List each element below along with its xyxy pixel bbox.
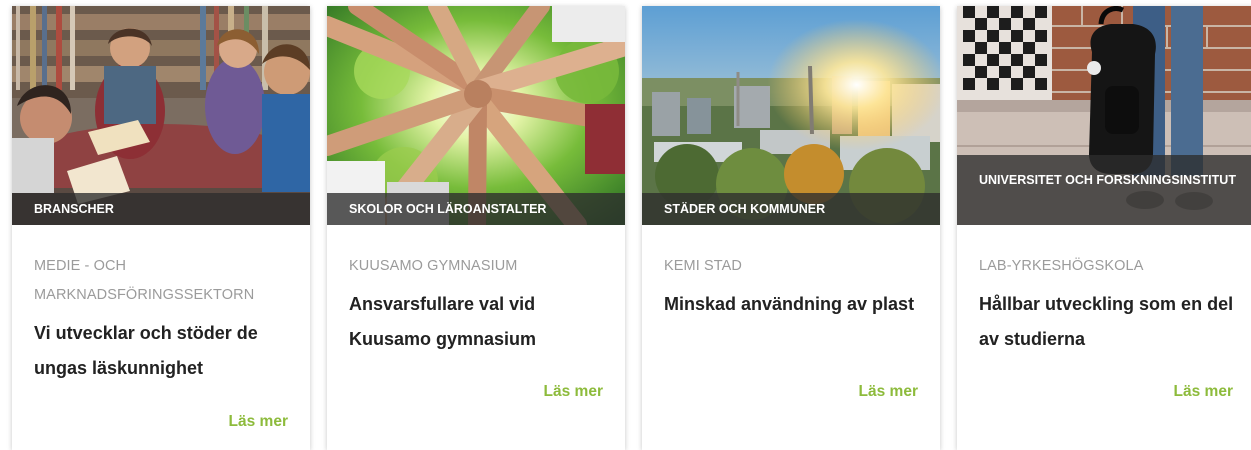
case-title[interactable]: Hållbar utveckling som en del av studier… [979,287,1239,357]
organization-name: MEDIE - OCH MARKNADSFÖRINGSSEKTORN [34,258,255,303]
card-body: MEDIE - OCH MARKNADSFÖRINGSSEKTORN Vi ut… [12,225,310,450]
card-body: LAB-YRKESHÖGSKOLA Hållbar utveckling som… [957,225,1251,450]
case-card-kemi[interactable]: STÄDER OCH KOMMUNER KEMI STAD Minskad an… [642,6,940,450]
case-card-lab[interactable]: UNIVERSITET OCH FORSKNINGSINSTITUT LAB-Y… [957,6,1251,450]
read-more-link[interactable]: Läs mer [859,383,918,401]
card-image-backpack-wall[interactable]: UNIVERSITET OCH FORSKNINGSINSTITUT [957,6,1251,225]
organization-name: KEMI STAD [664,258,742,274]
organization-name: LAB-YRKESHÖGSKOLA [979,258,1144,274]
case-card-medie[interactable]: BRANSCHER MEDIE - OCH MARKNADSFÖRINGSSEK… [12,6,310,450]
card-grid: BRANSCHER MEDIE - OCH MARKNADSFÖRINGSSEK… [0,0,1251,450]
case-title[interactable]: Minskad användning av plast [664,287,924,322]
category-label: UNIVERSITET OCH FORSKNINGSINSTITUT [957,155,1251,225]
category-label: STÄDER OCH KOMMUNER [642,193,940,225]
card-body: KEMI STAD Minskad användning av plast Lä… [642,225,940,450]
read-more-link[interactable]: Läs mer [1174,383,1233,401]
card-body: KUUSAMO GYMNASIUM Ansvarsfullare val vid… [327,225,625,450]
card-image-joined-hands[interactable]: SKOLOR OCH LÄROANSTALTER [327,6,625,225]
read-more-link[interactable]: Läs mer [229,413,288,431]
case-title[interactable]: Ansvarsfullare val vid Kuusamo gymnasium [349,287,609,357]
card-image-students-library[interactable]: BRANSCHER [12,6,310,225]
card-image-city-sunset[interactable]: STÄDER OCH KOMMUNER [642,6,940,225]
category-label: BRANSCHER [12,193,310,225]
organization-name: KUUSAMO GYMNASIUM [349,258,518,274]
read-more-link[interactable]: Läs mer [544,383,603,401]
case-card-kuusamo[interactable]: SKOLOR OCH LÄROANSTALTER KUUSAMO GYMNASI… [327,6,625,450]
case-title[interactable]: Vi utvecklar och stöder de ungas läskunn… [34,316,294,386]
category-label: SKOLOR OCH LÄROANSTALTER [327,193,625,225]
